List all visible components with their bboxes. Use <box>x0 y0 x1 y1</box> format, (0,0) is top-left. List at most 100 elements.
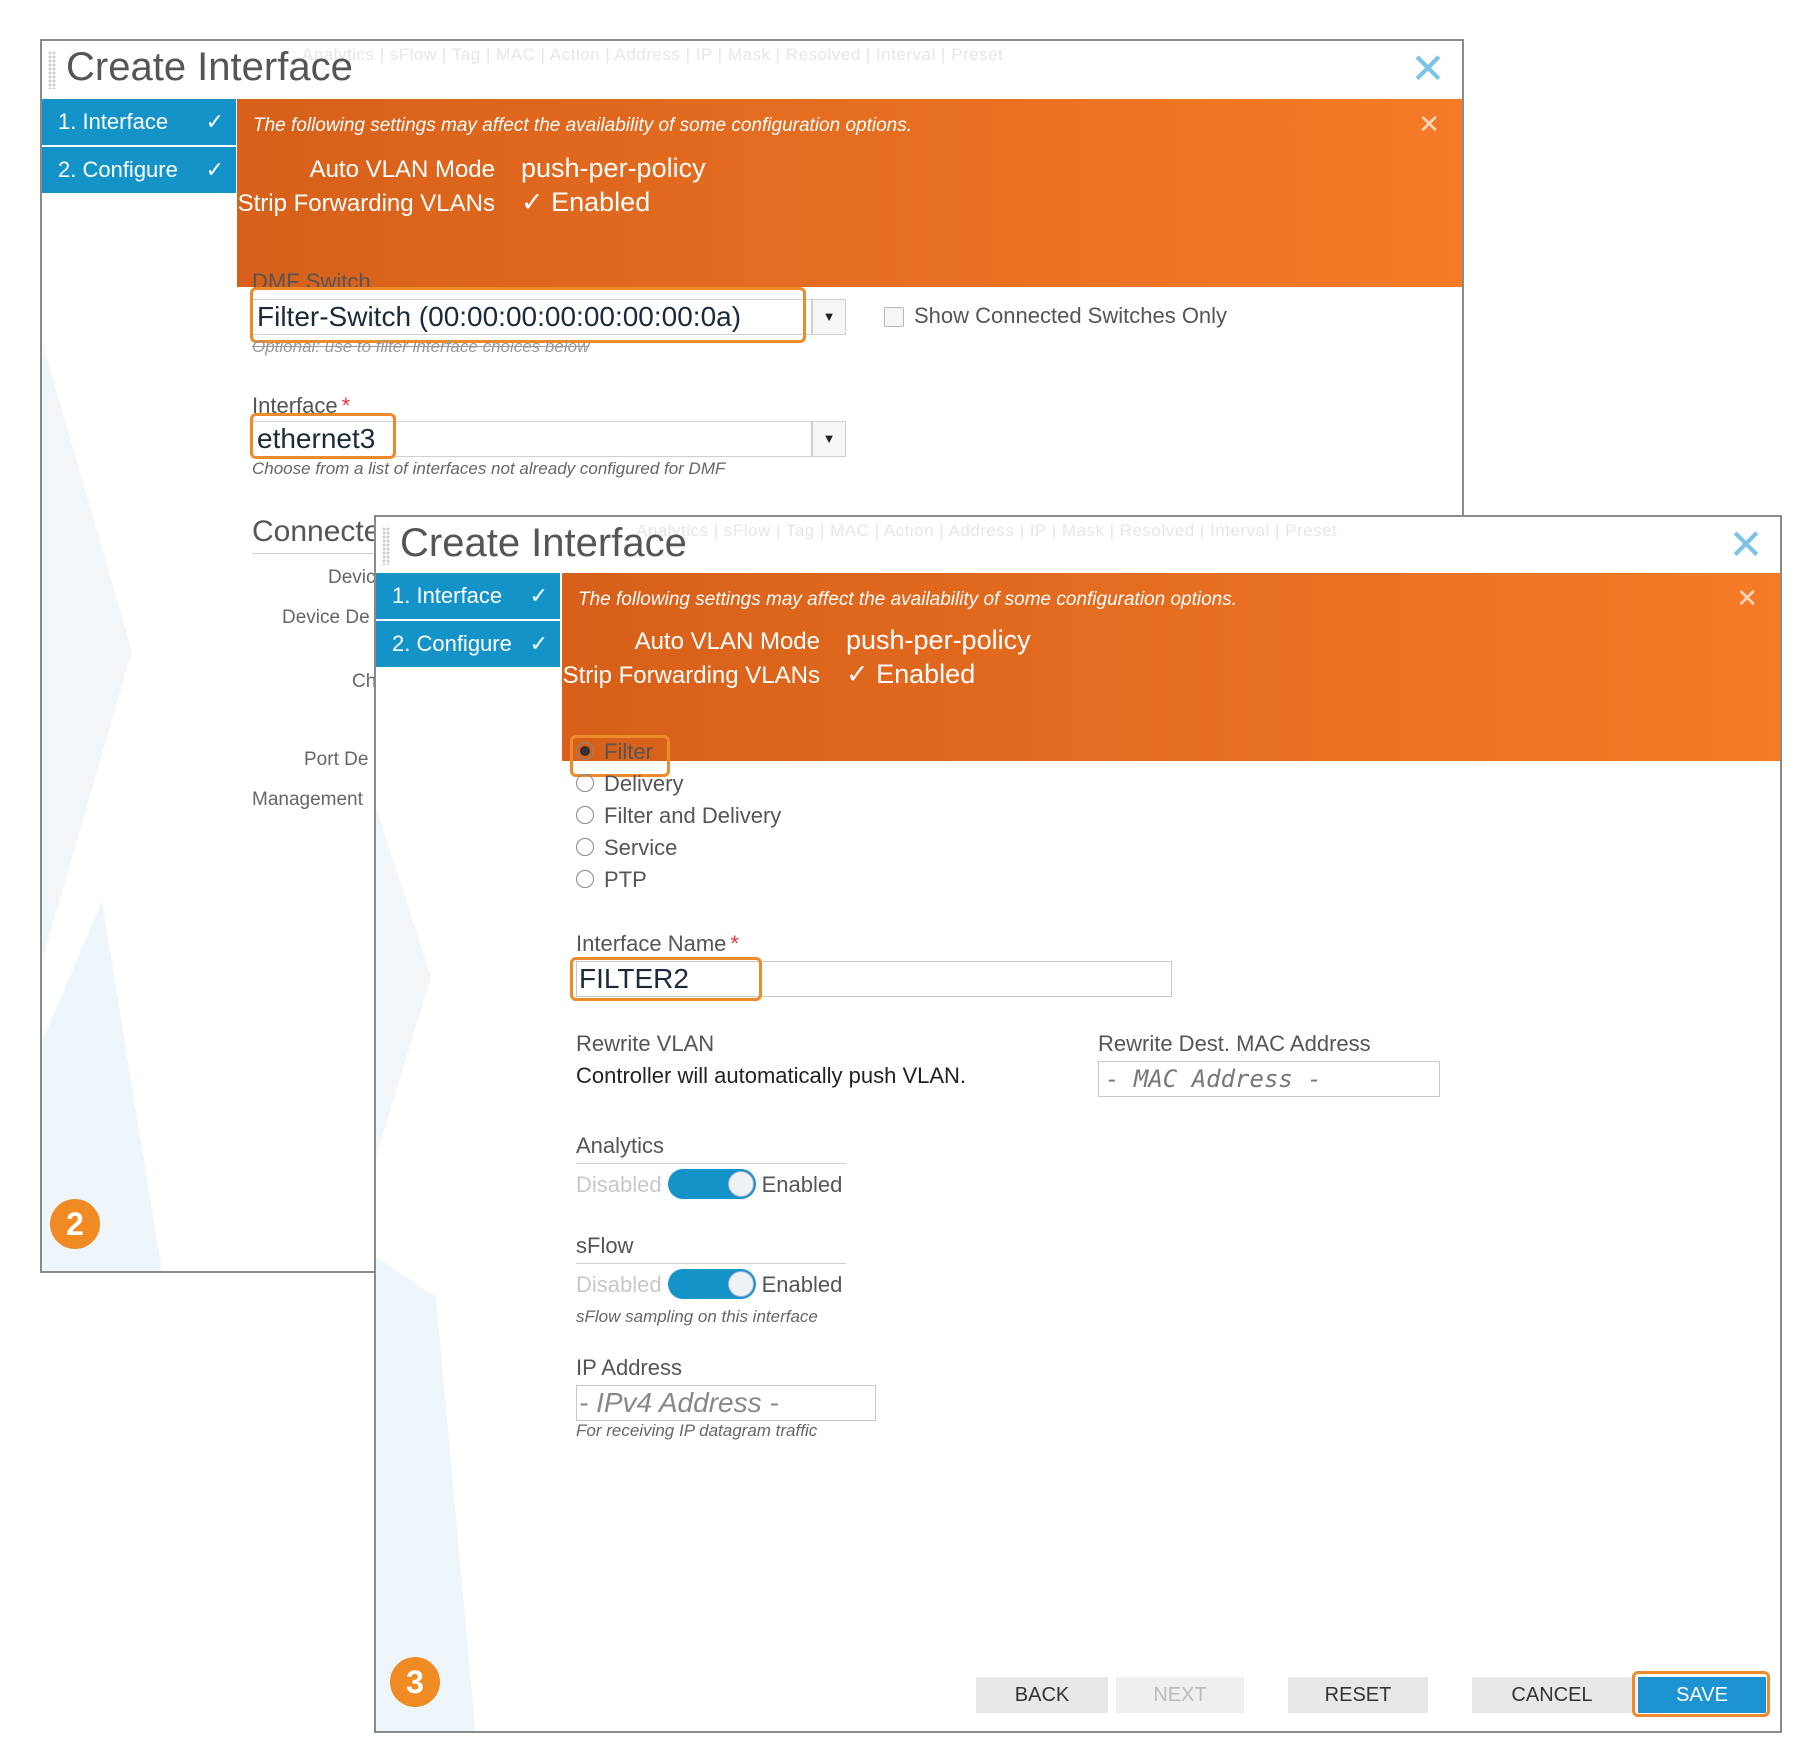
auto-vlan-mode-label: Auto VLAN Mode <box>634 628 820 655</box>
drag-grip-icon[interactable] <box>48 51 56 89</box>
ip-address-hint: For receiving IP datagram traffic <box>576 1421 818 1440</box>
analytics-label: Analytics <box>576 1133 665 1158</box>
analytics-divider <box>576 1163 846 1164</box>
step-label: 1. Interface <box>392 583 503 608</box>
role-option-delivery[interactable]: Delivery <box>576 771 683 801</box>
show-connected-label: Show Connected Switches Only <box>914 303 1228 328</box>
radio-delivery[interactable] <box>576 774 594 793</box>
sflow-label: sFlow <box>576 1233 634 1258</box>
strip-forwarding-vlans-label: Strip Forwarding VLANs <box>237 190 495 217</box>
interface-name-label: Interface Name * <box>576 931 739 957</box>
banner-message: The following settings may affect the av… <box>578 589 1238 610</box>
check-icon: ✓ <box>529 631 548 656</box>
strip-forwarding-vlans-value: ✓ Enabled <box>846 659 976 689</box>
auto-vlan-mode-value: push-per-policy <box>846 625 1031 655</box>
step-configure[interactable]: 2. Configure ✓ <box>42 147 236 193</box>
rewrite-mac-input[interactable]: - MAC Address - <box>1098 1061 1440 1097</box>
step-interface[interactable]: 1. Interface ✓ <box>376 573 560 619</box>
connected-label-device: Devic <box>328 567 376 588</box>
banner-message: The following settings may affect the av… <box>253 115 913 136</box>
sflow-divider <box>576 1263 846 1264</box>
banner-close-icon[interactable]: ✕ <box>1736 583 1758 614</box>
chevron-down-icon[interactable]: ▼ <box>812 299 846 335</box>
dmf-switch-highlight <box>250 287 806 343</box>
close-icon[interactable]: ✕ <box>1408 48 1448 90</box>
back-button[interactable]: BACK <box>976 1677 1108 1713</box>
toggle-knob <box>727 1271 754 1297</box>
interface-highlight <box>250 413 396 459</box>
next-button[interactable]: NEXT <box>1116 1677 1244 1713</box>
ip-address-input[interactable]: - IPv4 Address - <box>576 1385 876 1421</box>
settings-warning-banner: The following settings may affect the av… <box>562 573 1780 761</box>
radio-ptp[interactable] <box>576 870 594 889</box>
strip-forwarding-vlans-row: Strip Forwarding VLANs ✓ Enabled <box>237 187 651 218</box>
ghost-table-header: Analytics | sFlow | Tag | MAC | Action |… <box>302 45 1004 64</box>
banner-close-icon[interactable]: ✕ <box>1418 109 1440 140</box>
role-option-filter-and-delivery[interactable]: Filter and Delivery <box>576 803 781 833</box>
interface-hint: Choose from a list of interfaces not alr… <box>252 459 726 478</box>
role-option-ptp[interactable]: PTP <box>576 867 647 897</box>
analytics-toggle[interactable] <box>667 1169 756 1199</box>
reset-button[interactable]: RESET <box>1288 1677 1428 1713</box>
auto-vlan-mode-label: Auto VLAN Mode <box>309 156 495 183</box>
check-icon: ✓ <box>205 109 224 134</box>
rewrite-vlan-label: Rewrite VLAN <box>576 1031 715 1056</box>
sflow-hint: sFlow sampling on this interface <box>576 1307 818 1326</box>
connected-label-management: Management <box>252 789 363 810</box>
background-watermark <box>42 341 162 1271</box>
radio-service[interactable] <box>576 838 594 857</box>
dialog-title: Create Interface <box>66 45 353 89</box>
step-label: 1. Interface <box>58 109 169 134</box>
radio-filter-and-delivery-label: Filter and Delivery <box>604 803 782 828</box>
rewrite-vlan-text: Controller will automatically push VLAN. <box>576 1063 967 1088</box>
cancel-button[interactable]: CANCEL <box>1472 1677 1632 1713</box>
drag-grip-icon[interactable] <box>382 527 390 565</box>
ip-address-label: IP Address <box>576 1355 682 1380</box>
sflow-toggle-row: Disabled Enabled <box>576 1269 842 1305</box>
radio-service-label: Service <box>604 835 678 860</box>
sflow-toggle[interactable] <box>667 1269 756 1299</box>
connected-label-port-desc: Port De <box>304 749 369 770</box>
interface-name-label-text: Interface Name <box>576 931 727 956</box>
radio-filter-and-delivery[interactable] <box>576 806 594 825</box>
required-marker: * <box>730 931 739 956</box>
ghost-table-header: Analytics | sFlow | Tag | MAC | Action |… <box>636 521 1338 540</box>
strip-forwarding-vlans-value: ✓ Enabled <box>521 187 651 217</box>
step-configure[interactable]: 2. Configure ✓ <box>376 621 560 667</box>
step-badge-2: 2 <box>50 1199 100 1249</box>
step-label: 2. Configure <box>58 157 178 182</box>
wizard-steps: 1. Interface ✓ 2. Configure ✓ <box>42 99 236 195</box>
show-connected-checkbox[interactable] <box>884 307 904 327</box>
auto-vlan-mode-value: push-per-policy <box>521 153 706 183</box>
create-interface-dialog-step3: Analytics | sFlow | Tag | MAC | Action |… <box>374 515 1782 1733</box>
role-option-service[interactable]: Service <box>576 835 677 865</box>
save-highlight <box>1632 1671 1770 1717</box>
analytics-disabled-label: Disabled <box>576 1171 662 1197</box>
connected-label-device-desc: Device De <box>282 607 370 628</box>
radio-delivery-label: Delivery <box>604 771 684 796</box>
check-icon: ✓ <box>529 583 548 608</box>
wizard-steps: 1. Interface ✓ 2. Configure ✓ <box>376 573 560 669</box>
step-interface[interactable]: 1. Interface ✓ <box>42 99 236 145</box>
radio-ptp-label: PTP <box>604 867 647 892</box>
sflow-disabled-label: Disabled <box>576 1271 662 1297</box>
auto-vlan-mode-row: Auto VLAN Mode push-per-policy <box>562 625 1031 656</box>
connected-label-chassis: Ch <box>352 671 377 692</box>
step-badge-3: 3 <box>390 1657 440 1707</box>
section-divider <box>252 553 382 554</box>
settings-warning-banner: The following settings may affect the av… <box>237 99 1462 287</box>
analytics-enabled-label: Enabled <box>761 1171 843 1197</box>
toggle-knob <box>727 1171 754 1197</box>
connected-section-heading: Connecte <box>252 515 381 548</box>
check-icon: ✓ <box>205 157 224 182</box>
dialog-title: Create Interface <box>400 521 687 565</box>
chevron-down-icon[interactable]: ▼ <box>812 421 846 457</box>
analytics-toggle-row: Disabled Enabled <box>576 1169 843 1205</box>
strip-forwarding-vlans-row: Strip Forwarding VLANs ✓ Enabled <box>562 659 976 690</box>
background-watermark <box>376 807 476 1731</box>
interface-name-highlight <box>570 957 762 1001</box>
step-label: 2. Configure <box>392 631 512 656</box>
rewrite-mac-label: Rewrite Dest. MAC Address <box>1098 1031 1371 1056</box>
close-icon[interactable]: ✕ <box>1726 524 1766 566</box>
auto-vlan-mode-row: Auto VLAN Mode push-per-policy <box>237 153 706 184</box>
